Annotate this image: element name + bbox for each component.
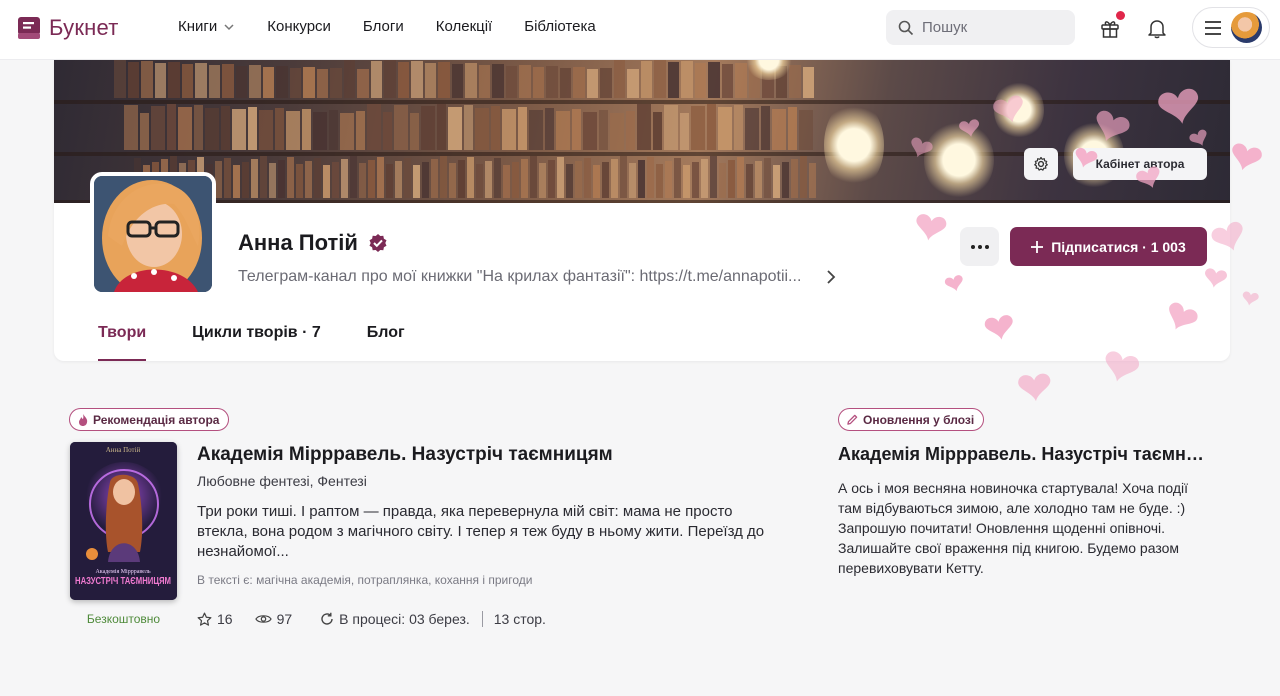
profile-card: Кабінет автора Анна Потій Телеграм-канал… <box>54 60 1230 361</box>
author-avatar <box>90 172 216 296</box>
more-options-button[interactable] <box>960 227 999 266</box>
tag-link[interactable]: кохання і пригоди <box>435 573 533 587</box>
stars-stat: 16 <box>197 611 233 627</box>
star-icon <box>197 612 212 626</box>
gear-icon <box>1034 156 1048 171</box>
tab-works[interactable]: Твори <box>98 324 147 361</box>
refresh-icon <box>321 612 333 625</box>
work-tags: В тексті є: магічна академія, потраплянк… <box>197 573 533 587</box>
blog-update-badge: Оновлення у блозі <box>838 408 985 431</box>
nav-contests[interactable]: Конкурси <box>267 18 331 35</box>
tab-blog[interactable]: Блог <box>367 324 405 361</box>
nav-collections[interactable]: Колекції <box>436 18 493 35</box>
author-name-row: Анна Потій <box>238 230 388 256</box>
heart-shape <box>1242 291 1259 306</box>
author-photo <box>94 176 212 292</box>
chevron-down-icon <box>224 23 234 30</box>
author-cabinet-button[interactable]: Кабінет автора <box>1073 148 1207 180</box>
blog-post-title[interactable]: Академія Міррравель. Назустріч таємниця.… <box>838 444 1210 465</box>
tag-link[interactable]: потраплянка <box>358 573 429 587</box>
heart-shape <box>1232 143 1262 171</box>
gift-icon <box>1101 21 1119 38</box>
hamburger-icon <box>1205 20 1221 35</box>
recommendation-label: Рекомендація автора <box>93 412 220 427</box>
divider <box>481 611 483 627</box>
cover-image <box>54 60 1230 203</box>
nav-books[interactable]: Книги <box>178 18 235 35</box>
work-annotation: Три роки тиші. І раптом — правда, яка пе… <box>197 503 765 560</box>
author-bio: Телеграм-канал про мої книжки "На крилах… <box>238 268 802 285</box>
top-bar: Букнет Книги Конкурси Блоги Колекції Біб… <box>0 0 1280 60</box>
user-menu[interactable] <box>1192 7 1270 48</box>
work-stats: 16 97 В процесі: 03 берез. 13 стор. <box>197 611 546 627</box>
cover-title: НАЗУСТРІЧ ТАЄМНИЦЯМ <box>75 576 171 587</box>
avatar <box>1231 12 1262 43</box>
book-cover-art: Анна Потій Академія Міррравель НАЗУСТРІЧ… <box>70 442 177 600</box>
bell-icon <box>1148 20 1166 39</box>
heart-shape <box>1018 373 1051 402</box>
tags-prefix: В тексті є: <box>197 573 253 587</box>
views-count: 97 <box>276 611 293 627</box>
chevron-right-icon <box>827 270 836 284</box>
stars-count: 16 <box>217 611 233 627</box>
tag-link[interactable]: магічна академія <box>256 573 351 587</box>
plus-icon <box>1031 240 1044 253</box>
recommendation-badge: Рекомендація автора <box>69 408 230 431</box>
work-genres: Любовне фентезі, Фентезі <box>197 473 367 489</box>
status-text: В процесі: 03 берез. <box>339 611 470 627</box>
logo-text: Букнет <box>49 15 119 40</box>
nav-library[interactable]: Бібліотека <box>524 18 595 35</box>
follow-label: Підписатися · 1 003 <box>1051 238 1186 255</box>
book-cover[interactable]: Анна Потій Академія Міррравель НАЗУСТРІЧ… <box>70 442 177 600</box>
author-bio-row[interactable]: Телеграм-канал про мої книжки "На крилах… <box>238 268 836 286</box>
status-stat: В процесі: 03 берез. <box>320 611 470 627</box>
profile-tabs: Твори Цикли творів · 7 Блог <box>98 324 451 361</box>
logo[interactable]: Букнет <box>15 14 119 42</box>
notifications-button[interactable] <box>1144 15 1170 41</box>
search-input[interactable] <box>922 19 1062 36</box>
pages-count: 13 стор. <box>493 611 546 627</box>
verified-icon <box>369 234 387 252</box>
work-title[interactable]: Академія Міррравель. Назустріч таємницям <box>197 444 613 466</box>
views-stat: 97 <box>254 611 293 627</box>
more-icon <box>970 244 989 249</box>
follow-button[interactable]: Підписатися · 1 003 <box>1010 227 1207 266</box>
blog-post-text: А ось і моя весняна новиночка стартувала… <box>838 480 1188 576</box>
nav-blogs[interactable]: Блоги <box>363 18 404 35</box>
search-box[interactable] <box>886 10 1075 45</box>
eye-icon <box>254 615 272 623</box>
cover-series: Академія Міррравель <box>95 569 150 575</box>
logo-icon <box>18 17 40 39</box>
flame-icon <box>79 413 88 426</box>
main-nav: Книги Конкурси Блоги Колекції Бібліотека <box>178 18 628 35</box>
author-name: Анна Потій <box>238 230 358 255</box>
settings-button[interactable] <box>1024 148 1058 180</box>
tab-series[interactable]: Цикли творів · 7 <box>192 324 321 361</box>
gift-button[interactable] <box>1097 11 1125 41</box>
pencil-icon <box>847 414 858 425</box>
notification-dot <box>1116 11 1125 20</box>
price-label: Безкоштовно <box>86 612 161 626</box>
nav-books-label: Книги <box>178 18 218 35</box>
cover-author: Анна Потій <box>106 446 141 454</box>
search-icon <box>898 20 914 35</box>
blog-update-label: Оновлення у блозі <box>863 412 975 427</box>
